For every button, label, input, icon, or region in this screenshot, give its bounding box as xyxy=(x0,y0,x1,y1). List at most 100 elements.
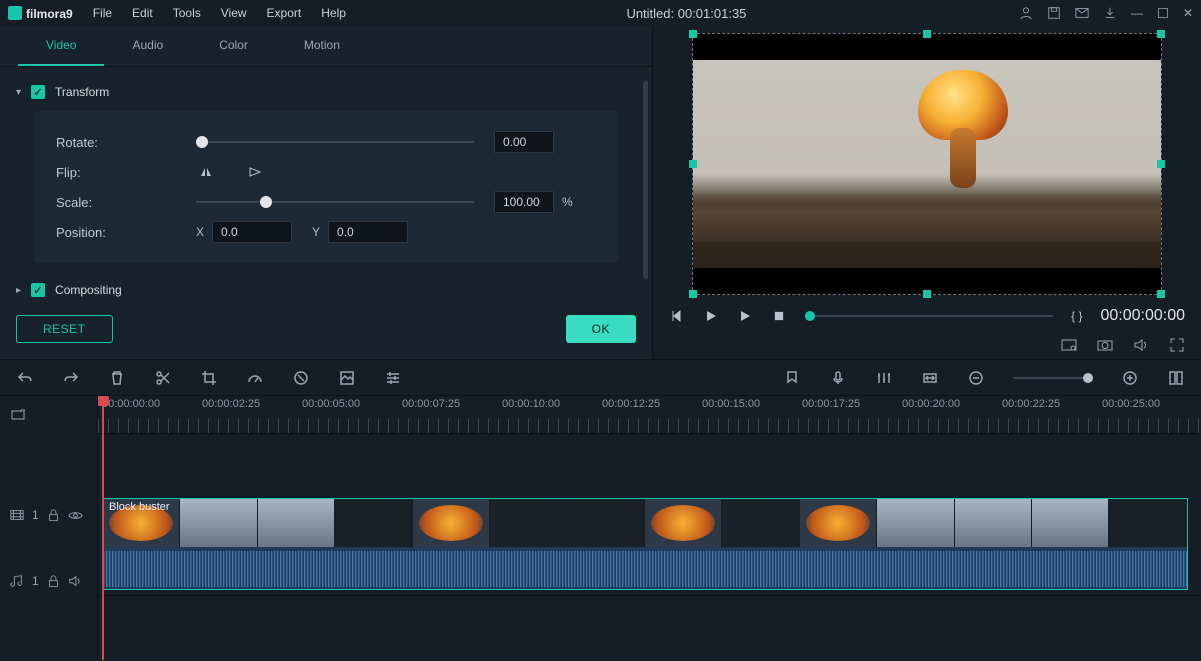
undo-button[interactable] xyxy=(16,369,34,387)
scale-unit: % xyxy=(562,195,573,209)
reset-button[interactable]: RESET xyxy=(16,315,113,343)
compositing-checkbox[interactable]: ✓ xyxy=(31,283,45,297)
video-clip[interactable]: Block buster xyxy=(102,498,1188,590)
compositing-header[interactable]: ▸ ✓ Compositing xyxy=(12,277,644,303)
window-controls: — ✕ xyxy=(1019,6,1193,20)
ruler-mark: 00:00:02:25 xyxy=(202,398,260,410)
timeline-ruler[interactable]: 00:00:00:00 00:00:02:25 00:00:05:00 00:0… xyxy=(98,396,1201,434)
preview-canvas[interactable] xyxy=(692,33,1162,295)
resize-handle[interactable] xyxy=(1157,30,1165,38)
prev-frame-button[interactable] xyxy=(669,308,685,324)
chevron-down-icon[interactable]: ▾ xyxy=(16,87,21,98)
account-icon[interactable] xyxy=(1019,6,1033,20)
menu-export[interactable]: Export xyxy=(259,2,310,24)
resize-handle[interactable] xyxy=(689,290,697,298)
audio-track-head: 1 xyxy=(0,562,97,600)
ruler-mark: 00:00:15:00 xyxy=(702,398,760,410)
tab-motion[interactable]: Motion xyxy=(276,26,368,66)
greenscreen-button[interactable] xyxy=(338,369,356,387)
zoom-out-button[interactable] xyxy=(967,369,985,387)
marker-braces[interactable]: { } xyxy=(1071,309,1082,323)
resize-handle[interactable] xyxy=(689,30,697,38)
close-icon[interactable]: ✕ xyxy=(1183,6,1193,20)
preview-settings-icon[interactable] xyxy=(1061,337,1077,353)
panel-scrollbar[interactable] xyxy=(643,81,648,279)
scale-slider[interactable] xyxy=(196,195,474,209)
ruler-mark: 00:00:22:25 xyxy=(1002,398,1060,410)
position-label: Position: xyxy=(56,225,196,240)
video-track-index: 1 xyxy=(32,508,39,522)
titlebar: filmora9 File Edit Tools View Export Hel… xyxy=(0,0,1201,26)
tab-audio[interactable]: Audio xyxy=(104,26,191,66)
pos-x-field[interactable]: 0.0 xyxy=(212,221,292,243)
color-button[interactable] xyxy=(292,369,310,387)
track-lock-button[interactable] xyxy=(47,575,60,588)
ruler-mark: 00:00:07:25 xyxy=(402,398,460,410)
clip-title: Block buster xyxy=(109,501,170,513)
flip-horizontal-button[interactable] xyxy=(196,162,216,182)
progress-bar[interactable] xyxy=(805,315,1053,317)
playhead[interactable] xyxy=(102,396,104,660)
timeline-body[interactable]: 00:00:00:00 00:00:02:25 00:00:05:00 00:0… xyxy=(98,396,1201,660)
download-icon[interactable] xyxy=(1103,6,1117,20)
play-all-button[interactable] xyxy=(737,308,753,324)
snapshot-icon[interactable] xyxy=(1097,337,1113,353)
rotate-slider[interactable] xyxy=(196,135,474,149)
resize-handle[interactable] xyxy=(923,30,931,38)
menu-edit[interactable]: Edit xyxy=(124,2,161,24)
resize-handle[interactable] xyxy=(1157,160,1165,168)
audio-track-index: 1 xyxy=(32,574,39,588)
play-button[interactable] xyxy=(703,308,719,324)
resize-handle[interactable] xyxy=(1157,290,1165,298)
inspector-body: ▾ ✓ Transform Rotate: 0.00 Flip: xyxy=(0,67,652,303)
redo-button[interactable] xyxy=(62,369,80,387)
ruler-mark: 00:00:05:00 xyxy=(302,398,360,410)
speed-button[interactable] xyxy=(246,369,264,387)
stop-button[interactable] xyxy=(771,308,787,324)
split-button[interactable] xyxy=(154,369,172,387)
audio-track[interactable] xyxy=(98,596,1201,634)
rotate-field[interactable]: 0.00 xyxy=(494,131,554,153)
zoom-in-button[interactable] xyxy=(1121,369,1139,387)
adjust-button[interactable] xyxy=(384,369,402,387)
crop-button[interactable] xyxy=(200,369,218,387)
record-vo-button[interactable] xyxy=(829,369,847,387)
chevron-right-icon[interactable]: ▸ xyxy=(16,285,21,296)
scale-field[interactable]: 100.00 xyxy=(494,191,554,213)
track-manager-button[interactable] xyxy=(1167,369,1185,387)
flip-vertical-button[interactable] xyxy=(246,162,266,182)
add-track-button[interactable] xyxy=(10,407,26,423)
marker-button[interactable] xyxy=(783,369,801,387)
fit-button[interactable] xyxy=(921,369,939,387)
save-icon[interactable] xyxy=(1047,6,1061,20)
pos-y-field[interactable]: 0.0 xyxy=(328,221,408,243)
fullscreen-icon[interactable] xyxy=(1169,337,1185,353)
ok-button[interactable]: OK xyxy=(566,315,636,343)
volume-icon[interactable] xyxy=(1133,337,1149,353)
menu-tools[interactable]: Tools xyxy=(165,2,209,24)
menu-view[interactable]: View xyxy=(213,2,255,24)
menu-help[interactable]: Help xyxy=(313,2,354,24)
delete-button[interactable] xyxy=(108,369,126,387)
track-mute-button[interactable] xyxy=(68,574,82,588)
minimize-icon[interactable]: — xyxy=(1131,6,1143,20)
logo-icon xyxy=(8,6,22,20)
mixer-button[interactable] xyxy=(875,369,893,387)
timeline: 1 1 00:00:00:00 00:00:02:25 00:00:05:00 … xyxy=(0,396,1201,660)
transform-header[interactable]: ▾ ✓ Transform xyxy=(12,79,644,105)
tab-video[interactable]: Video xyxy=(18,26,104,66)
mail-icon[interactable] xyxy=(1075,6,1089,20)
track-visibility-button[interactable] xyxy=(68,508,83,523)
tab-color[interactable]: Color xyxy=(191,26,276,66)
menu-file[interactable]: File xyxy=(85,2,120,24)
resize-handle[interactable] xyxy=(923,290,931,298)
transform-checkbox[interactable]: ✓ xyxy=(31,85,45,99)
zoom-slider[interactable] xyxy=(1013,377,1093,379)
resize-handle[interactable] xyxy=(689,160,697,168)
add-track-row xyxy=(0,396,97,434)
main-menu: File Edit Tools View Export Help xyxy=(85,2,354,24)
maximize-icon[interactable] xyxy=(1157,7,1169,19)
ruler-mark: 00:00:00:00 xyxy=(102,398,160,410)
track-lock-button[interactable] xyxy=(47,509,60,522)
video-track[interactable]: Block buster xyxy=(98,488,1201,596)
